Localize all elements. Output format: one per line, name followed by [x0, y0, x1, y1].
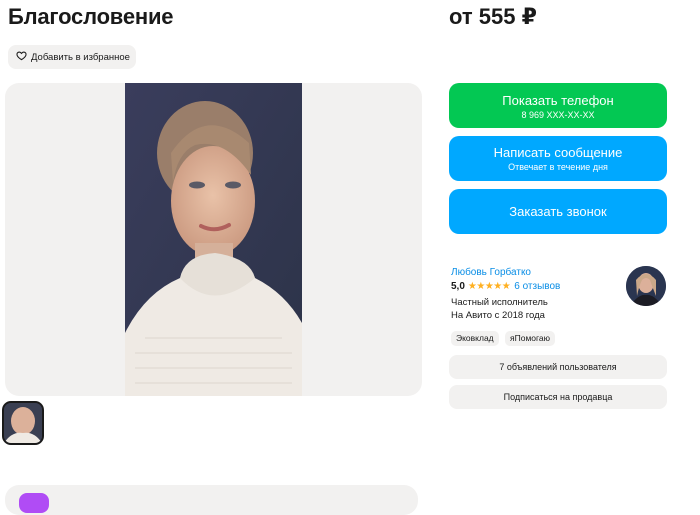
write-message-label: Написать сообщение [493, 145, 623, 160]
purple-badge [19, 493, 49, 513]
user-listings-button[interactable]: 7 объявлений пользователя [449, 355, 667, 379]
rating-stars-icon: ★★★★★ [467, 281, 511, 292]
write-message-button[interactable]: Написать сообщение Отвечает в течение дн… [449, 136, 667, 181]
request-call-label: Заказать звонок [509, 204, 607, 219]
seller-name-link[interactable]: Любовь Горбатко [451, 267, 531, 278]
seller-rating: 5,0 ★★★★★ 6 отзывов [451, 281, 560, 292]
show-phone-label: Показать телефон [502, 93, 614, 108]
main-photo[interactable] [125, 83, 302, 396]
photo-gallery[interactable] [5, 83, 422, 396]
rating-score: 5,0 [451, 281, 465, 292]
listing-price: от 555 ₽ [449, 4, 537, 29]
heart-icon [16, 50, 27, 64]
show-phone-button[interactable]: Показать телефон 8 969 XXX-XX-XX [449, 83, 667, 128]
listing-title: Благословение [8, 4, 174, 29]
response-time: Отвечает в течение дня [508, 162, 608, 172]
seller-avatar[interactable] [626, 266, 666, 306]
request-call-button[interactable]: Заказать звонок [449, 189, 667, 234]
badge-ecodeposit: Эковклад [451, 331, 499, 346]
add-to-favorites-button[interactable]: Добавить в избранное [8, 45, 136, 69]
photo-thumbnail[interactable] [2, 401, 44, 445]
add-to-favorites-label: Добавить в избранное [31, 51, 130, 63]
phone-masked: 8 969 XXX-XX-XX [521, 110, 595, 120]
badge-ihelp: яПомогаю [505, 331, 556, 346]
seller-type: Частный исполнитель [451, 297, 548, 308]
bottom-card [5, 485, 418, 515]
reviews-link[interactable]: 6 отзывов [514, 281, 560, 292]
seller-since: На Авито с 2018 года [451, 310, 545, 321]
subscribe-seller-button[interactable]: Подписаться на продавца [449, 385, 667, 409]
